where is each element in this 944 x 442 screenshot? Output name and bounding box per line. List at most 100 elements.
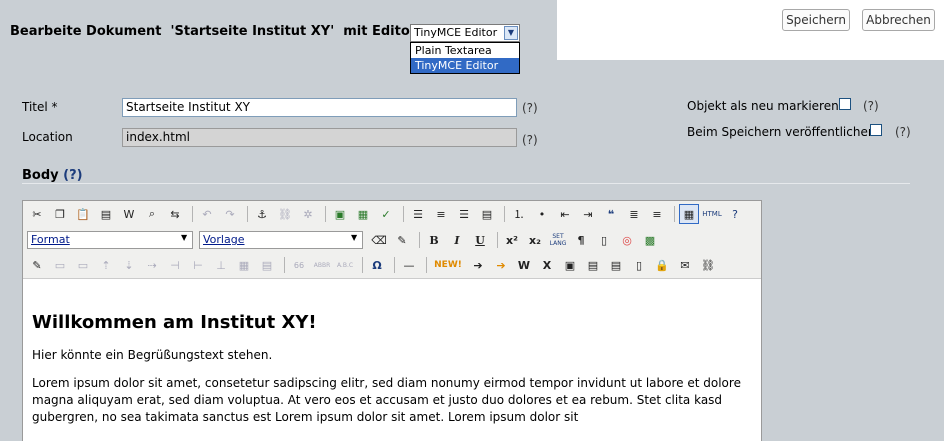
mark-new-help-link[interactable]: (?) [863,99,879,113]
insert-image-icon[interactable]: ▦ [353,204,373,224]
edit-table-icon[interactable]: ✎ [27,255,47,275]
underline-icon[interactable]: U [470,230,490,250]
editor-type-dropdown[interactable]: Plain Textarea TinyMCE Editor [410,42,520,74]
content-heading: Willkommen am Institut XY! [32,312,317,333]
split-cells-icon[interactable]: ▦ [234,255,254,275]
mark-new-checkbox[interactable] [839,98,851,110]
body-help-link[interactable]: (?) [63,168,82,183]
chevron-down-icon: ▼ [181,233,188,242]
location-help-link[interactable]: (?) [522,133,538,147]
editor-content-area[interactable]: Willkommen am Institut XY! Hier könnte e… [23,278,761,442]
spellcheck-icon[interactable]: ✓ [376,204,396,224]
separator [419,232,420,248]
locked-doc-icon[interactable]: 🔒 [652,255,672,275]
separator [362,257,363,273]
row-props-icon[interactable]: ▭ [50,255,70,275]
chevron-down-icon[interactable]: ▼ [504,26,518,40]
image-icon[interactable]: ▣ [330,204,350,224]
toolbar-row-2: Format ▼ Vorlage ▼ ⌫ ✎ B I U x² x₂ SET L… [27,229,663,251]
replace-icon[interactable]: ⇆ [165,204,185,224]
insert-row-before-icon[interactable]: ⇡ [96,255,116,275]
undo-icon[interactable]: ↶ [197,204,217,224]
cite-icon[interactable]: 66 [289,255,309,275]
indent-icon[interactable]: ⇥ [578,204,598,224]
abbr-icon[interactable]: ABBR [312,255,332,275]
link-chain-icon[interactable]: ⛓ [698,255,718,275]
publish-checkbox[interactable] [870,124,882,136]
delete-row-icon[interactable]: ⇢ [142,255,162,275]
copy-icon[interactable]: ❐ [50,204,70,224]
superscript-icon[interactable]: x² [502,230,522,250]
set-lang-icon[interactable]: SET LANG [548,230,568,250]
paste-text-icon[interactable]: ▤ [96,204,116,224]
separator [192,206,193,222]
html-icon[interactable]: HTML [702,204,722,224]
help-icon[interactable]: ? [725,204,745,224]
html-source-icon[interactable]: ▯ [594,230,614,250]
format-select[interactable]: Format ▼ [27,231,193,249]
pdf-doc-icon[interactable]: ▤ [583,255,603,275]
arrow-right-orange-icon[interactable]: ➔ [491,255,511,275]
word-doc-icon[interactable]: W [514,255,534,275]
bold-icon[interactable]: B [424,230,444,250]
insert-col-after-icon[interactable]: ⊢ [188,255,208,275]
delete-col-icon[interactable]: ⊥ [211,255,231,275]
insert-col-before-icon[interactable]: ⊣ [165,255,185,275]
align-center-icon[interactable]: ≡ [431,204,451,224]
layer-icon[interactable]: ≡ [647,204,667,224]
cleanup-icon[interactable]: ✎ [392,230,412,250]
list-style-icon[interactable]: ≣ [624,204,644,224]
paste-icon[interactable]: 📋 [73,204,93,224]
acronym-icon[interactable]: A.B.C [335,255,355,275]
merge-cells-icon[interactable]: ▤ [257,255,277,275]
eraser-icon[interactable]: ⌫ [369,230,389,250]
excel-doc-icon[interactable]: X [537,255,557,275]
email-icon[interactable]: ✉ [675,255,695,275]
cancel-button[interactable]: Abbrechen [862,9,935,31]
align-right-icon[interactable]: ☰ [454,204,474,224]
horizontal-rule-icon[interactable]: — [399,255,419,275]
unlink-icon[interactable]: ✲ [298,204,318,224]
separator [394,257,395,273]
tinymce-editor[interactable]: ✂ ❐ 📋 ▤ W ⌕ ⇆ ↶ ↷ ⚓ ⛓ ✲ ▣ ▦ ✓ ☰ ≡ ☰ ▤ ⒈ … [22,200,762,442]
paste-word-icon[interactable]: W [119,204,139,224]
publish-help-link[interactable]: (?) [895,125,911,139]
dropdown-option-plain-textarea[interactable]: Plain Textarea [411,43,519,58]
find-icon[interactable]: ⌕ [142,204,162,224]
media-icon[interactable]: ▩ [640,230,660,250]
new-badge-icon[interactable]: NEW! [431,255,465,275]
subscript-icon[interactable]: x₂ [525,230,545,250]
chevron-down-icon: ▼ [351,233,358,242]
editor-type-select[interactable]: TinyMCE Editor ▼ [410,24,520,42]
insert-row-after-icon[interactable]: ⇣ [119,255,139,275]
dropdown-option-tinymce-editor[interactable]: TinyMCE Editor [411,58,519,73]
pilcrow-icon[interactable]: ¶ [571,230,591,250]
align-justify-icon[interactable]: ▤ [477,204,497,224]
separator [674,206,675,222]
omega-icon[interactable]: Ω [367,255,387,275]
text-doc-icon[interactable]: ▯ [629,255,649,275]
cut-icon[interactable]: ✂ [27,204,47,224]
title-help-link[interactable]: (?) [522,101,538,115]
numbered-list-icon[interactable]: ⒈ [509,204,529,224]
pdf-doc-2-icon[interactable]: ▤ [606,255,626,275]
link-icon[interactable]: ⛓ [275,204,295,224]
arrow-right-icon[interactable]: ➔ [468,255,488,275]
content-paragraph: Lorem ipsum dolor sit amet, consetetur s… [32,376,741,424]
italic-icon[interactable]: I [447,230,467,250]
lifebuoy-icon[interactable]: ◎ [617,230,637,250]
outdent-icon[interactable]: ⇤ [555,204,575,224]
align-left-icon[interactable]: ☰ [408,204,428,224]
blockquote-icon[interactable]: ❝ [601,204,621,224]
format-select-value: Format [31,233,70,246]
image-doc-icon[interactable]: ▣ [560,255,580,275]
template-select[interactable]: Vorlage ▼ [199,231,363,249]
title-input[interactable]: Startseite Institut XY [122,98,517,117]
publish-label: Beim Speichern veröffentlichen [687,125,876,139]
table-icon[interactable]: ▦ [679,204,699,224]
cell-props-icon[interactable]: ▭ [73,255,93,275]
save-button[interactable]: Speichern [782,9,850,31]
bullet-list-icon[interactable]: • [532,204,552,224]
redo-icon[interactable]: ↷ [220,204,240,224]
anchor-icon[interactable]: ⚓ [252,204,272,224]
